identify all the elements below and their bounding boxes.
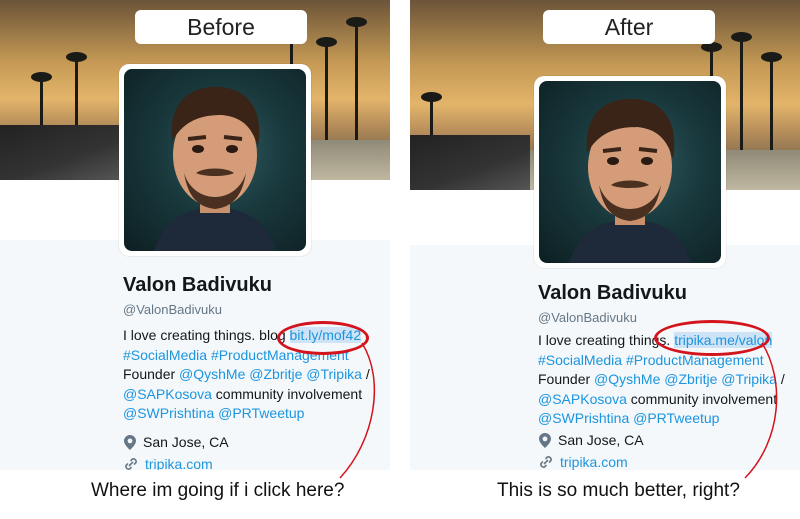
website-row: tripika.com (539, 454, 628, 470)
avatar[interactable] (124, 69, 306, 251)
pier (0, 125, 120, 180)
bio-slash: / (776, 371, 785, 387)
before-panel: Before Valon Badivuku @ValonBadivuku I l… (0, 0, 390, 470)
website-link[interactable]: tripika.com (145, 456, 213, 470)
profile-name: Valon Badivuku (538, 282, 687, 304)
bio-community-text: community involvement (626, 390, 778, 407)
palm-tree (316, 37, 337, 150)
location-row: San Jose, CA (124, 434, 229, 450)
profile-name: Valon Badivuku (123, 274, 272, 296)
highlight-circle (654, 320, 770, 356)
avatar[interactable] (539, 81, 721, 263)
before-tag: Before (135, 10, 307, 44)
after-panel: After Valon Badivuku @ValonBadivuku I lo… (410, 0, 800, 470)
palm-tree (761, 52, 782, 160)
location-text: San Jose, CA (143, 434, 229, 450)
location-row: San Jose, CA (539, 432, 644, 448)
bio-founder-label: Founder (123, 366, 180, 382)
website-row: tripika.com (124, 456, 213, 470)
avatar-frame[interactable] (534, 76, 726, 268)
before-caption: Where im going if i click here? (91, 480, 345, 501)
avatar-frame[interactable] (119, 64, 311, 256)
bio-slash: / (361, 366, 370, 382)
palm-tree (731, 32, 752, 160)
pier (410, 135, 530, 190)
map-pin-icon (124, 434, 136, 450)
location-text: San Jose, CA (558, 432, 644, 448)
link-icon (125, 458, 137, 470)
profile-handle: @ValonBadivuku (123, 302, 222, 317)
bio-mentions[interactable]: @QyshMe @Zbritje @Tripika (594, 371, 777, 387)
bio-community-text: community involvement (211, 385, 363, 402)
profile-handle: @ValonBadivuku (538, 310, 637, 325)
bio-mention-sapkosova[interactable]: @SAPKosova (123, 386, 212, 402)
bio-mentions-2[interactable]: @SWPrishtina @PRTweetup (538, 410, 719, 426)
bio-mention-sapkosova[interactable]: @SAPKosova (538, 391, 627, 407)
highlight-circle (277, 321, 369, 355)
bio-founder-label: Founder (538, 371, 595, 387)
palm-tree (346, 17, 367, 150)
website-link[interactable]: tripika.com (560, 454, 628, 470)
bio-text: I love creating things. blog (123, 327, 290, 343)
after-caption: This is so much better, right? (497, 480, 740, 501)
bio-mentions[interactable]: @QyshMe @Zbritje @Tripika (179, 366, 362, 382)
avatar-portrait (569, 98, 691, 263)
after-tag: After (543, 10, 715, 44)
link-icon (540, 456, 552, 468)
avatar-portrait (154, 86, 276, 251)
map-pin-icon (539, 432, 551, 448)
bio-mentions-2[interactable]: @SWPrishtina @PRTweetup (123, 405, 304, 421)
